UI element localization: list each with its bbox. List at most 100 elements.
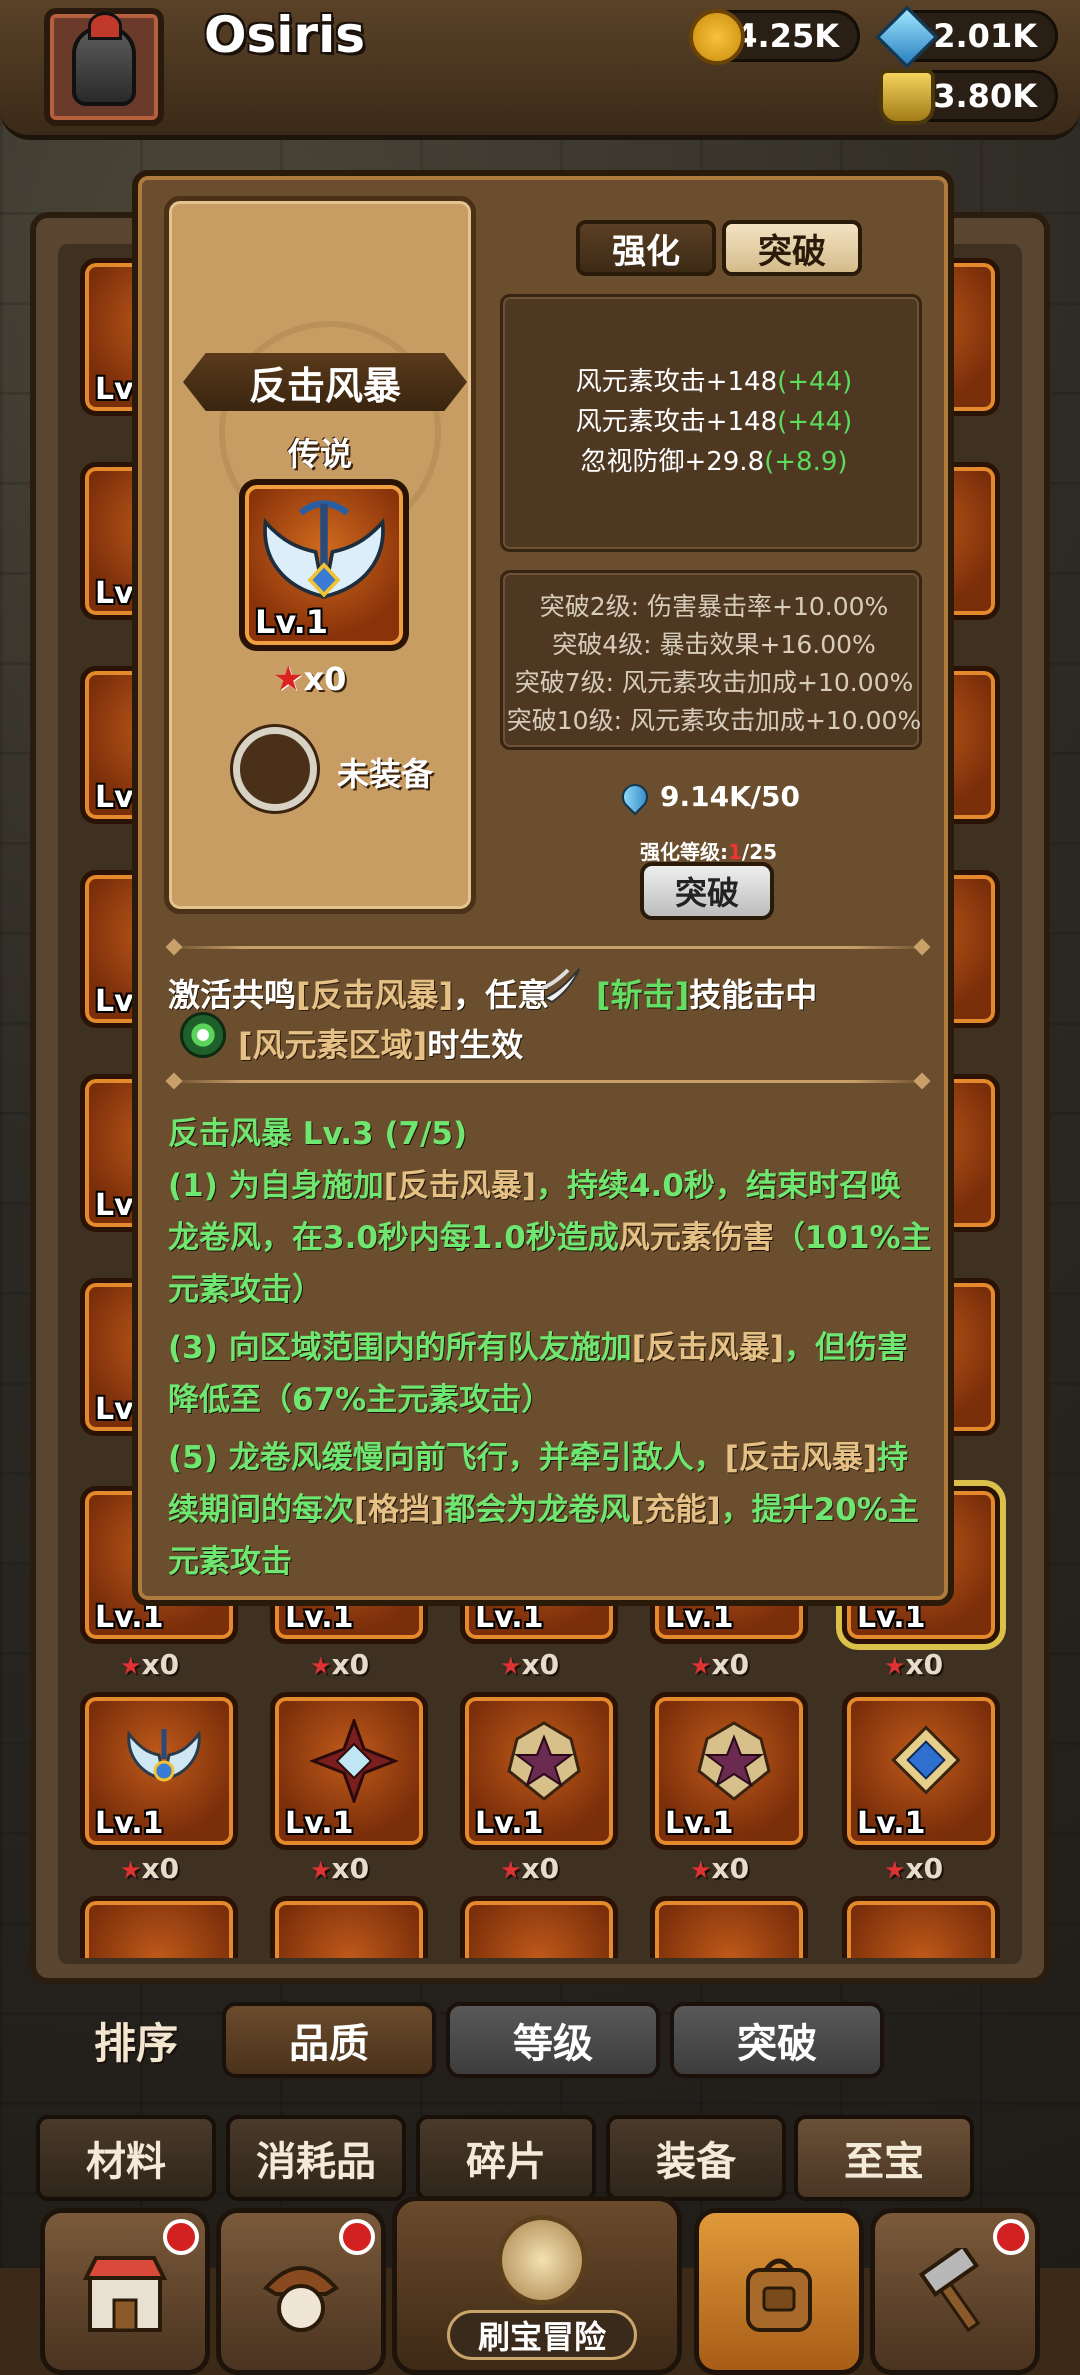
star-badge-icon <box>697 1721 771 1801</box>
potion-jar-icon <box>879 69 935 125</box>
tab-equipment[interactable]: 装备 <box>606 2115 786 2201</box>
item-count: ★x0 <box>120 1852 180 1885</box>
star-icon: ★ <box>120 1856 142 1884</box>
item-count: ★x0 <box>884 1852 944 1885</box>
item-count: ★x0 <box>884 1648 944 1681</box>
item-detail-popup: 反击风暴 传说 Lv.1 ★x0 未装备 强化 突破 风元素攻击+148(+44… <box>132 170 954 1606</box>
backpack-icon <box>746 2258 812 2332</box>
inventory-slot[interactable]: Lv.1 <box>80 1692 238 1850</box>
gem-icon <box>875 5 939 69</box>
equip-slot[interactable] <box>233 727 317 811</box>
nav-adventure-button[interactable]: 刷宝冒险 <box>392 2196 682 2375</box>
set-title: 反击风暴 Lv.3 (7/5) <box>168 1116 468 1152</box>
nav-inventory-button[interactable] <box>694 2208 864 2375</box>
item-count: ★x0 <box>690 1648 750 1681</box>
slash-skill-icon <box>541 967 581 1004</box>
spiked-star-icon <box>309 1719 399 1803</box>
star-icon: ★ <box>690 1652 712 1680</box>
star-icon: ★ <box>884 1652 906 1680</box>
item-level: Lv.1 <box>255 603 329 641</box>
inventory-slot[interactable] <box>460 1896 618 1958</box>
divider <box>168 1080 928 1083</box>
star-icon: ★ <box>884 1856 906 1884</box>
inventory-slot[interactable]: Lv.1 <box>270 1692 428 1850</box>
item-count: ★x0 <box>310 1852 370 1885</box>
item-count: ★x0 <box>310 1648 370 1681</box>
inventory-slot[interactable] <box>270 1896 428 1958</box>
star-icon: ★ <box>310 1856 332 1884</box>
nav-hero-button[interactable] <box>216 2208 386 2375</box>
star-icon: ★ <box>690 1856 712 1884</box>
equip-status: 未装备 <box>337 755 434 793</box>
set-effect-5-end: 元素攻击 <box>168 1544 292 1580</box>
hero-portrait-icon <box>262 2266 340 2332</box>
hammer-icon <box>918 2248 981 2333</box>
tab-enhance[interactable]: 强化 <box>576 220 716 276</box>
item-count: ★x0 <box>120 1648 180 1681</box>
item-rarity: 传说 <box>287 435 352 473</box>
gem-counter[interactable]: 2.01K <box>875 5 1058 69</box>
tab-treasures[interactable]: 至宝 <box>794 2115 974 2201</box>
set-effect-3-cont: 降低至（67%主元素攻击） <box>168 1382 553 1418</box>
gold-counter[interactable]: 104.25K <box>689 9 860 65</box>
bonus-line: 突破4级: 暴击效果+16.00% <box>552 630 876 659</box>
wing-emblem-icon <box>127 1729 201 1782</box>
stat-line: 风元素攻击+148(+44) <box>575 367 853 397</box>
bonus-line: 突破10级: 风元素攻击加成+10.00% <box>506 706 922 735</box>
knight-helmet-icon <box>72 12 136 106</box>
nav-forge-button[interactable] <box>870 2208 1040 2375</box>
tab-fragments[interactable]: 碎片 <box>416 2115 596 2201</box>
inventory-row-partial <box>52 1896 1028 1958</box>
sort-quality-button[interactable]: 品质 <box>222 2002 436 2078</box>
gem-drop-icon <box>616 778 654 815</box>
compass-icon <box>497 2215 587 2305</box>
star-icon: ★ <box>500 1856 522 1884</box>
inventory-slot[interactable] <box>80 1896 238 1958</box>
divider <box>168 946 928 949</box>
inventory-slot[interactable]: Lv.1 <box>460 1692 618 1850</box>
resonance-line-1b: [斩击]技能击中 <box>596 976 818 1014</box>
notification-dot <box>163 2219 199 2255</box>
inventory-slot[interactable]: Lv.1 <box>650 1692 808 1850</box>
inventory-slot[interactable] <box>650 1896 808 1958</box>
sort-level-button[interactable]: 等级 <box>446 2002 660 2078</box>
star-icon: ★ <box>310 1652 332 1680</box>
sort-breakthrough-button[interactable]: 突破 <box>670 2002 884 2078</box>
potion-counter[interactable]: 53.80K <box>879 69 1058 125</box>
username: Osiris <box>204 6 365 64</box>
enhance-level: 强化等级:1/25 <box>640 840 778 864</box>
adventure-label: 刷宝冒险 <box>447 2310 637 2360</box>
nav-shop-button[interactable] <box>40 2208 210 2375</box>
set-effect-3: (3) 向区域范围内的所有队友施加[反击风暴]，但伤害 <box>168 1330 909 1366</box>
top-bar: Osiris 104.25K 2.01K 53.80K <box>0 0 1080 140</box>
item-star-count: ★x0 <box>273 659 347 699</box>
gem-value: 2.01K <box>933 17 1037 55</box>
notification-dot <box>339 2219 375 2255</box>
stat-line: 风元素攻击+148(+44) <box>575 407 853 437</box>
inventory-slot[interactable] <box>842 1896 1000 1958</box>
tab-materials[interactable]: 材料 <box>36 2115 216 2201</box>
item-name-banner: 反击风暴 <box>183 353 467 411</box>
breakthrough-bonus-box: 突破2级: 伤害暴击率+10.00% 突破4级: 暴击效果+16.00% 突破7… <box>500 570 922 750</box>
breakthrough-button[interactable]: 突破 <box>640 862 774 920</box>
item-count: ★x0 <box>690 1852 750 1885</box>
wind-zone-icon <box>180 1012 226 1058</box>
resonance-line-1: 激活共鸣[反击风暴]，任意 <box>168 976 550 1014</box>
item-count: ★x0 <box>500 1852 560 1885</box>
item-icon: Lv.1 <box>239 479 409 651</box>
avatar[interactable] <box>44 8 164 126</box>
gold-coin-icon <box>689 9 745 65</box>
inventory-slot[interactable]: Lv.1 <box>842 1692 1000 1850</box>
blue-crystal-icon <box>891 1725 961 1795</box>
set-effect-1-end: 元素攻击） <box>168 1272 323 1308</box>
star-icon: ★ <box>500 1652 522 1680</box>
set-effect-5: (5) 龙卷风缓慢向前飞行，并牵引敌人，[反击风暴]持 <box>168 1440 909 1476</box>
set-effect-1: (1) 为自身施加[反击风暴]，持续4.0秒，结束时召唤 <box>168 1168 901 1204</box>
shop-icon <box>82 2256 168 2332</box>
set-effect-5-cont: 续期间的每次[格挡]都会为龙卷风[充能]，提升20%主 <box>168 1492 919 1528</box>
bonus-line: 突破2级: 伤害暴击率+10.00% <box>539 592 889 621</box>
tab-consumables[interactable]: 消耗品 <box>226 2115 406 2201</box>
star-icon: ★ <box>273 659 304 699</box>
notification-dot <box>993 2219 1029 2255</box>
tab-breakthrough[interactable]: 突破 <box>722 220 862 276</box>
